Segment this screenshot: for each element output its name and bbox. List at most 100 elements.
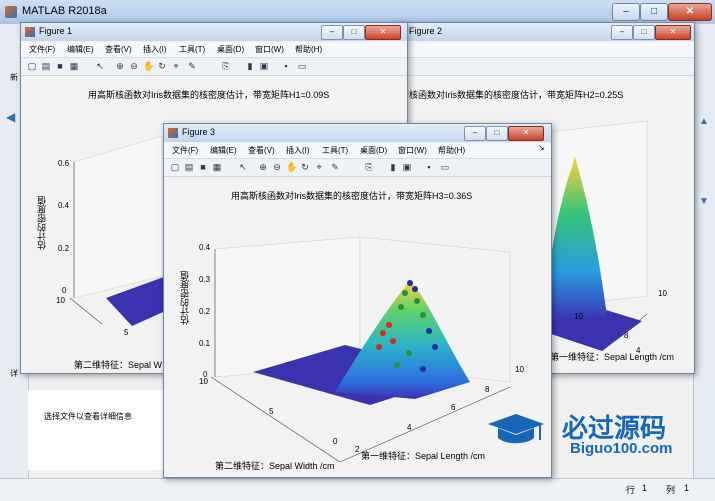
menu-edit[interactable]: 编辑(E)	[210, 145, 237, 156]
figure-3-ytick: 0	[333, 437, 338, 446]
graduation-cap-logo-icon	[488, 414, 544, 444]
menu-window[interactable]: 窗口(W)	[398, 145, 427, 156]
save-icon[interactable]: ■	[55, 61, 65, 71]
details-hint-text: 选择文件以查看详细信息	[44, 412, 132, 421]
save-icon[interactable]: ■	[198, 162, 208, 172]
pan-icon[interactable]: ✋	[143, 61, 154, 71]
watermark-url: Biguo100.com	[570, 440, 673, 457]
scroll-arrow-icon[interactable]: ▲	[699, 116, 709, 127]
expand-arrow-icon[interactable]: ▼	[699, 196, 709, 207]
menu-tools[interactable]: 工具(T)	[322, 145, 348, 156]
menu-file[interactable]: 文件(F)	[29, 44, 55, 55]
data-point	[394, 362, 400, 368]
link-plot-icon[interactable]: ⎘	[364, 162, 374, 172]
open-file-icon[interactable]: ▤	[41, 61, 51, 71]
print-icon[interactable]: ▦	[212, 162, 222, 172]
figure-2-title: Figure 2	[409, 26, 443, 36]
data-cursor-icon[interactable]: ⌖	[171, 61, 181, 71]
figure-1-title: Figure 1	[39, 26, 73, 36]
legend-icon[interactable]: ▣	[259, 61, 269, 71]
status-bar: 行 1 列 1	[0, 478, 715, 501]
colorbar-icon[interactable]: ▮	[388, 162, 398, 172]
row-label: 行	[626, 485, 636, 495]
new-figure-icon[interactable]: ▢	[27, 61, 37, 71]
menu-file[interactable]: 文件(F)	[172, 145, 198, 156]
figure-2-minimize-button[interactable]: –	[611, 25, 633, 40]
figure-1-maximize-button[interactable]: □	[343, 25, 365, 40]
pan-icon[interactable]: ✋	[286, 162, 297, 172]
new-figure-icon[interactable]: ▢	[170, 162, 180, 172]
figure-2-menubar: 帮助(H)	[371, 42, 694, 58]
dock-icon[interactable]: ▭	[440, 162, 450, 172]
figure-3-xlabel: 第一维特征：Sepal Length /cm	[361, 451, 486, 461]
menu-help[interactable]: 帮助(H)	[438, 145, 465, 156]
menu-insert[interactable]: 插入(I)	[286, 145, 310, 156]
open-file-icon[interactable]: ▤	[184, 162, 194, 172]
maximize-button[interactable]: □	[640, 3, 668, 21]
figure-3-title-bar: Figure 3 – □ ✕	[164, 124, 551, 142]
data-cursor-icon[interactable]: ⌖	[314, 162, 324, 172]
menu-insert[interactable]: 插入(I)	[143, 44, 167, 55]
brush-icon[interactable]: ✎	[330, 162, 340, 172]
data-point	[386, 322, 392, 328]
data-point	[414, 298, 420, 304]
menu-desktop[interactable]: 桌面(D)	[217, 44, 244, 55]
select-arrow-icon[interactable]: ↖	[95, 61, 105, 71]
minimize-button[interactable]: –	[612, 3, 640, 21]
zoom-out-icon[interactable]: ⊖	[272, 162, 282, 172]
print-icon[interactable]: ▦	[69, 61, 79, 71]
col-label: 列	[666, 485, 676, 495]
figure-3-ytick: 5	[269, 407, 274, 416]
figure-3-ztick: 0.2	[199, 307, 211, 316]
figure-1-close-button[interactable]: ✕	[365, 25, 401, 40]
figure-3-ytick: 10	[199, 377, 208, 386]
figure-3-xtick: 2	[355, 445, 360, 454]
menu-desktop[interactable]: 桌面(D)	[360, 145, 387, 156]
figure-2-title-bar: Figure 2 – □ ✕	[391, 23, 694, 41]
menu-help[interactable]: 帮助(H)	[295, 44, 322, 55]
dock-icon[interactable]: ▭	[297, 61, 307, 71]
link-plot-icon[interactable]: ⎘	[221, 61, 231, 71]
figure-2-maximize-button[interactable]: □	[633, 25, 655, 40]
data-point	[412, 286, 418, 292]
figure-3-ztick: 0.1	[199, 339, 211, 348]
zoom-out-icon[interactable]: ⊖	[129, 61, 139, 71]
figure-2-xtick: 8	[624, 331, 629, 340]
data-point	[398, 304, 404, 310]
row-value: 1	[642, 483, 648, 493]
back-arrow-icon[interactable]: ◀	[6, 110, 15, 124]
zoom-in-icon[interactable]: ⊕	[115, 61, 125, 71]
figure-3-close-button[interactable]: ✕	[508, 126, 544, 141]
menu-view[interactable]: 查看(V)	[105, 44, 132, 55]
figure-icon	[25, 27, 35, 37]
right-side-panel: ▲ ▼	[693, 24, 715, 478]
colorbar-icon[interactable]: ▮	[245, 61, 255, 71]
hide-tools-icon[interactable]: ▪	[424, 162, 434, 172]
menu-window[interactable]: 窗口(W)	[255, 44, 284, 55]
menu-edit[interactable]: 编辑(E)	[67, 44, 94, 55]
menu-view[interactable]: 查看(V)	[248, 145, 275, 156]
figure-2-close-button[interactable]: ✕	[655, 25, 691, 40]
menu-tools[interactable]: 工具(T)	[179, 44, 205, 55]
data-point	[420, 366, 426, 372]
figure-3-title: Figure 3	[182, 127, 216, 137]
select-arrow-icon[interactable]: ↖	[238, 162, 248, 172]
dock-arrow-icon[interactable]: ↘	[538, 143, 545, 152]
col-value: 1	[684, 483, 690, 493]
hide-tools-icon[interactable]: ▪	[281, 61, 291, 71]
rotate-icon[interactable]: ↻	[300, 162, 310, 172]
figure-3-toolbar: ▢ ▤ ■ ▦ ↖ ⊕ ⊖ ✋ ↻ ⌖ ✎ ⎘ ▮ ▣ ▪ ▭	[164, 159, 551, 177]
brush-icon[interactable]: ✎	[187, 61, 197, 71]
zoom-in-icon[interactable]: ⊕	[258, 162, 268, 172]
figure-3-maximize-button[interactable]: □	[486, 126, 508, 141]
figure-3-minimize-button[interactable]: –	[464, 126, 486, 141]
rotate-icon[interactable]: ↻	[157, 61, 167, 71]
left-label-new: 新	[10, 73, 18, 82]
figure-1-minimize-button[interactable]: –	[321, 25, 343, 40]
legend-icon[interactable]: ▣	[402, 162, 412, 172]
data-point	[406, 350, 412, 356]
figure-3-zlabel: 估计的密度值	[181, 271, 191, 325]
details-panel	[28, 390, 168, 470]
close-button[interactable]: ✕	[668, 3, 712, 21]
figure-3-menubar: 文件(F) 编辑(E) 查看(V) 插入(I) 工具(T) 桌面(D) 窗口(W…	[164, 143, 551, 159]
